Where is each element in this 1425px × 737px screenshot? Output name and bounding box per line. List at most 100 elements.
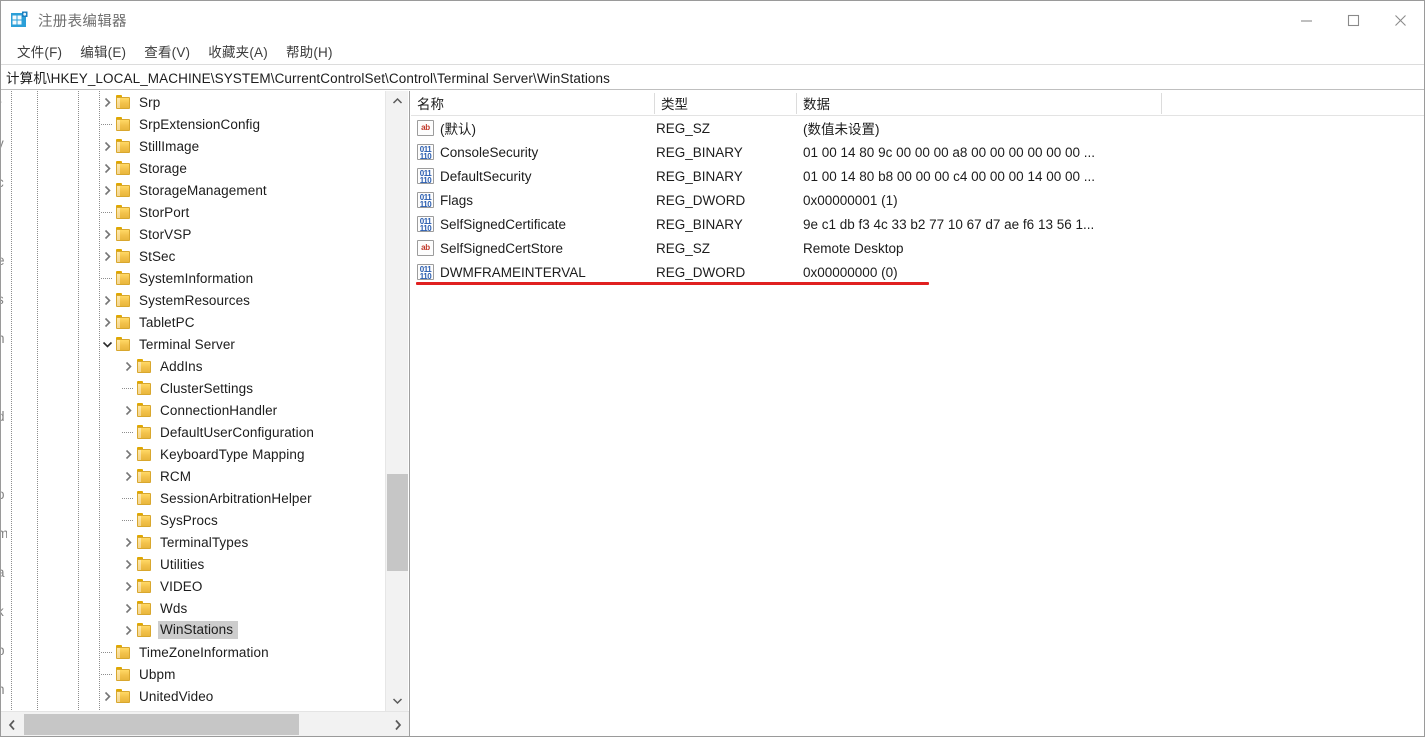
column-header-name[interactable]: 名称: [411, 91, 654, 115]
folder-icon: [116, 139, 132, 153]
tree-item[interactable]: TimeZoneInformation: [1, 641, 386, 663]
chevron-right-icon[interactable]: [120, 619, 137, 641]
annotation-underline: [416, 282, 929, 285]
close-button[interactable]: [1377, 1, 1424, 39]
folder-icon: [137, 491, 153, 505]
tree-connector: [120, 509, 137, 531]
scroll-right-icon[interactable]: [387, 712, 409, 737]
chevron-down-icon[interactable]: [99, 333, 116, 355]
tree-item[interactable]: Terminal Server: [1, 333, 386, 355]
tree-item[interactable]: SystemInformation: [1, 267, 386, 289]
tree-item[interactable]: ClusterSettings: [1, 377, 386, 399]
tree-item[interactable]: SystemResources: [1, 289, 386, 311]
tree-vertical-scroll-thumb[interactable]: [387, 474, 408, 571]
chevron-right-icon[interactable]: [99, 289, 116, 311]
chevron-right-icon[interactable]: [120, 575, 137, 597]
maximize-button[interactable]: [1330, 1, 1377, 39]
chevron-right-icon[interactable]: [120, 597, 137, 619]
folder-icon: [137, 623, 153, 637]
value-list-header: 名称 类型 数据: [411, 91, 1424, 116]
chevron-right-icon[interactable]: [99, 311, 116, 333]
tree-item[interactable]: Wds: [1, 597, 386, 619]
value-type: REG_DWORD: [656, 188, 745, 212]
tree-item[interactable]: ConnectionHandler: [1, 399, 386, 421]
address-bar[interactable]: 计算机\HKEY_LOCAL_MACHINE\SYSTEM\CurrentCon…: [1, 64, 1424, 90]
chevron-right-icon[interactable]: [99, 157, 116, 179]
value-row[interactable]: abSelfSignedCertStoreREG_SZRemote Deskto…: [411, 236, 1424, 260]
tree-item[interactable]: StillImage: [1, 135, 386, 157]
menu-favorites[interactable]: 收藏夹(A): [199, 39, 277, 64]
window-title: 注册表编辑器: [38, 10, 127, 31]
tree-item[interactable]: Ubpm: [1, 663, 386, 685]
chevron-right-icon[interactable]: [120, 355, 137, 377]
chevron-right-icon[interactable]: [120, 553, 137, 575]
tree-item-label: TimeZoneInformation: [139, 645, 269, 660]
value-list-rows: ab(默认)REG_SZ(数值未设置)011110ConsoleSecurity…: [411, 116, 1424, 284]
tree-item[interactable]: VIDEO: [1, 575, 386, 597]
title-bar: 注册表编辑器: [1, 1, 1424, 39]
menu-file[interactable]: 文件(F): [8, 39, 71, 64]
chevron-right-icon[interactable]: [120, 465, 137, 487]
tree-vertical-scrollbar[interactable]: [385, 91, 408, 711]
string-value-icon: ab: [417, 240, 434, 256]
folder-icon: [116, 667, 132, 681]
tree-item-label: StorPort: [139, 205, 189, 220]
chevron-right-icon[interactable]: [120, 531, 137, 553]
folder-icon: [116, 271, 132, 285]
chevron-right-icon[interactable]: [120, 399, 137, 421]
tree-item[interactable]: DefaultUserConfiguration: [1, 421, 386, 443]
tree-item[interactable]: TerminalTypes: [1, 531, 386, 553]
tree-item[interactable]: StSec: [1, 245, 386, 267]
tree-item[interactable]: Utilities: [1, 553, 386, 575]
chevron-right-icon[interactable]: [120, 443, 137, 465]
tree-horizontal-scrollbar[interactable]: [1, 711, 409, 737]
folder-icon: [137, 425, 153, 439]
value-row[interactable]: ab(默认)REG_SZ(数值未设置): [411, 116, 1424, 140]
tree-item-label: WinStations: [158, 621, 238, 639]
registry-editor-window: 注册表编辑器 文件(F)编辑(E)查看(V)收藏夹(A)帮助(H) 计算机\HK…: [0, 0, 1425, 737]
tree-viewport: ryclesntdiomakph SrpSrpExtensionConfigSt…: [1, 91, 386, 711]
tree-connector: [99, 113, 116, 135]
tree-horizontal-scroll-thumb[interactable]: [24, 714, 299, 735]
chevron-right-icon[interactable]: [99, 91, 116, 113]
value-row[interactable]: 011110FlagsREG_DWORD0x00000001 (1): [411, 188, 1424, 212]
tree-item-label: ClusterSettings: [160, 381, 253, 396]
tree-item[interactable]: KeyboardType Mapping: [1, 443, 386, 465]
tree-item[interactable]: Srp: [1, 91, 386, 113]
value-row[interactable]: 011110DWMFRAMEINTERVALREG_DWORD0x0000000…: [411, 260, 1424, 284]
folder-icon: [137, 513, 153, 527]
value-type: REG_BINARY: [656, 140, 743, 164]
tree-item[interactable]: StorPort: [1, 201, 386, 223]
value-row[interactable]: 011110SelfSignedCertificateREG_BINARY9e …: [411, 212, 1424, 236]
tree-item[interactable]: SessionArbitrationHelper: [1, 487, 386, 509]
tree-item[interactable]: SysProcs: [1, 509, 386, 531]
scroll-left-icon[interactable]: [1, 712, 23, 737]
chevron-right-icon[interactable]: [99, 179, 116, 201]
minimize-button[interactable]: [1283, 1, 1330, 39]
tree-item[interactable]: StorageManagement: [1, 179, 386, 201]
tree-item[interactable]: Storage: [1, 157, 386, 179]
value-row[interactable]: 011110DefaultSecurityREG_BINARY01 00 14 …: [411, 164, 1424, 188]
tree-item-selected[interactable]: WinStations: [1, 619, 386, 641]
column-header-type[interactable]: 类型: [655, 91, 796, 115]
chevron-right-icon[interactable]: [99, 685, 116, 707]
registry-value-list-pane: 名称 类型 数据 ab(默认)REG_SZ(数值未设置)011110Consol…: [411, 91, 1424, 737]
menu-help[interactable]: 帮助(H): [277, 39, 342, 64]
tree-item-label: DefaultUserConfiguration: [160, 425, 314, 440]
tree-item[interactable]: AddIns: [1, 355, 386, 377]
tree-item[interactable]: StorVSP: [1, 223, 386, 245]
chevron-right-icon[interactable]: [99, 245, 116, 267]
menu-edit[interactable]: 编辑(E): [71, 39, 135, 64]
chevron-right-icon[interactable]: [99, 135, 116, 157]
menu-view[interactable]: 查看(V): [135, 39, 199, 64]
tree-item[interactable]: RCM: [1, 465, 386, 487]
scroll-up-icon[interactable]: [386, 91, 409, 111]
scroll-down-icon[interactable]: [386, 691, 409, 711]
value-row[interactable]: 011110ConsoleSecurityREG_BINARY01 00 14 …: [411, 140, 1424, 164]
tree-item[interactable]: TabletPC: [1, 311, 386, 333]
chevron-right-icon[interactable]: [99, 223, 116, 245]
tree-connector: [99, 267, 116, 289]
tree-item[interactable]: UnitedVideo: [1, 685, 386, 707]
tree-item[interactable]: SrpExtensionConfig: [1, 113, 386, 135]
column-header-data[interactable]: 数据: [797, 91, 1161, 115]
